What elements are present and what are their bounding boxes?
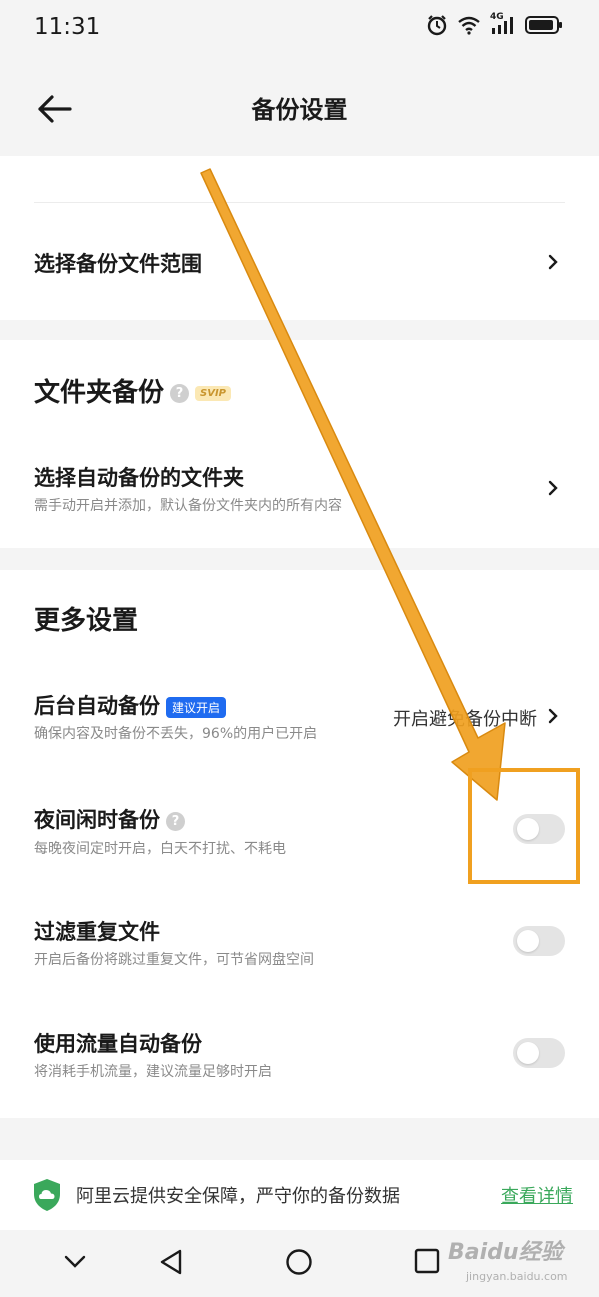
select-folder-title: 选择自动备份的文件夹	[34, 466, 244, 490]
chevron-down-icon[interactable]	[62, 1248, 88, 1274]
night-backup-row: 夜间闲时备份? 每晚夜间定时开启，白天不打扰、不耗电	[0, 782, 599, 872]
status-time: 11:31	[34, 14, 101, 40]
background-backup-heading: 后台自动备份 建议开启	[34, 690, 227, 720]
night-backup-subtitle: 每晚夜间定时开启，白天不打扰、不耗电	[34, 841, 286, 857]
triangle-back-icon[interactable]	[158, 1248, 184, 1276]
watermark-brand: Baidu经验	[448, 1240, 563, 1265]
folder-backup-card: 文件夹备份? SVIP 选择自动备份的文件夹 需手动开启并添加，默认备份文件夹内的…	[0, 340, 599, 548]
recommend-badge: 建议开启	[166, 696, 227, 718]
view-details-link[interactable]: 查看详情	[501, 1182, 573, 1208]
status-icons: 4G	[426, 12, 563, 36]
signal-4g-icon: 4G	[490, 12, 516, 36]
cellular-backup-row: 使用流量自动备份 将消耗手机流量，建议流量足够时开启	[0, 1006, 599, 1096]
chevron-right-icon	[548, 708, 558, 724]
wifi-icon	[458, 16, 480, 35]
night-backup-title: 夜间闲时备份	[34, 808, 160, 832]
chevron-right-icon	[548, 254, 558, 270]
select-folder-row[interactable]: 选择自动备份的文件夹 需手动开启并添加，默认备份文件夹内的所有内容	[0, 444, 599, 534]
watermark-url: jingyan.baidu.com	[466, 1270, 568, 1283]
battery-icon	[525, 16, 562, 34]
background-backup-subtitle: 确保内容及时备份不丢失，96%的用户已开启	[34, 726, 318, 742]
security-banner: 阿里云提供安全保障，严守你的备份数据 查看详情	[0, 1160, 599, 1230]
cellular-backup-subtitle: 将消耗手机流量，建议流量足够时开启	[34, 1064, 272, 1080]
background-backup-row[interactable]: 后台自动备份 建议开启 确保内容及时备份不丢失，96%的用户已开启 开启避免备份中…	[0, 670, 599, 760]
folder-backup-heading: 文件夹备份? SVIP	[34, 372, 232, 409]
night-backup-toggle[interactable]	[513, 814, 565, 844]
cellular-backup-title: 使用流量自动备份	[34, 1032, 202, 1056]
filter-duplicates-toggle[interactable]	[513, 926, 565, 956]
chevron-right-icon	[548, 480, 558, 496]
shield-cloud-icon	[34, 1179, 60, 1211]
circle-home-icon[interactable]	[285, 1248, 313, 1276]
more-settings-card: 更多设置 后台自动备份 建议开启 确保内容及时备份不丢失，96%的用户已开启 开启…	[0, 570, 599, 1118]
filter-duplicates-row: 过滤重复文件 开启后备份将跳过重复文件，可节省网盘空间	[0, 894, 599, 984]
security-text: 阿里云提供安全保障，严守你的备份数据	[76, 1186, 400, 1207]
backup-scope-title: 选择备份文件范围	[34, 252, 202, 276]
background-backup-title: 后台自动备份	[34, 694, 160, 718]
night-backup-heading: 夜间闲时备份?	[34, 804, 185, 834]
select-folder-subtitle: 需手动开启并添加，默认备份文件夹内的所有内容	[34, 498, 342, 514]
help-icon[interactable]: ?	[170, 384, 190, 403]
cellular-backup-toggle[interactable]	[513, 1038, 565, 1068]
backup-scope-card: 选择备份文件范围	[0, 156, 599, 320]
filter-duplicates-title: 过滤重复文件	[34, 920, 160, 944]
backup-scope-row[interactable]: 选择备份文件范围	[0, 203, 599, 320]
help-icon[interactable]: ?	[166, 811, 185, 831]
svip-badge: SVIP	[195, 386, 232, 401]
more-settings-title: 更多设置	[34, 606, 139, 636]
status-bar: 11:31 4G	[0, 0, 599, 60]
alarm-icon	[427, 15, 447, 36]
app-header: 备份设置	[0, 60, 599, 156]
background-backup-value: 开启避免备份中断	[393, 709, 537, 730]
filter-duplicates-subtitle: 开启后备份将跳过重复文件，可节省网盘空间	[34, 952, 314, 968]
square-recents-icon[interactable]	[414, 1248, 440, 1274]
folder-backup-title: 文件夹备份	[34, 378, 165, 408]
page-title: 备份设置	[251, 96, 348, 124]
